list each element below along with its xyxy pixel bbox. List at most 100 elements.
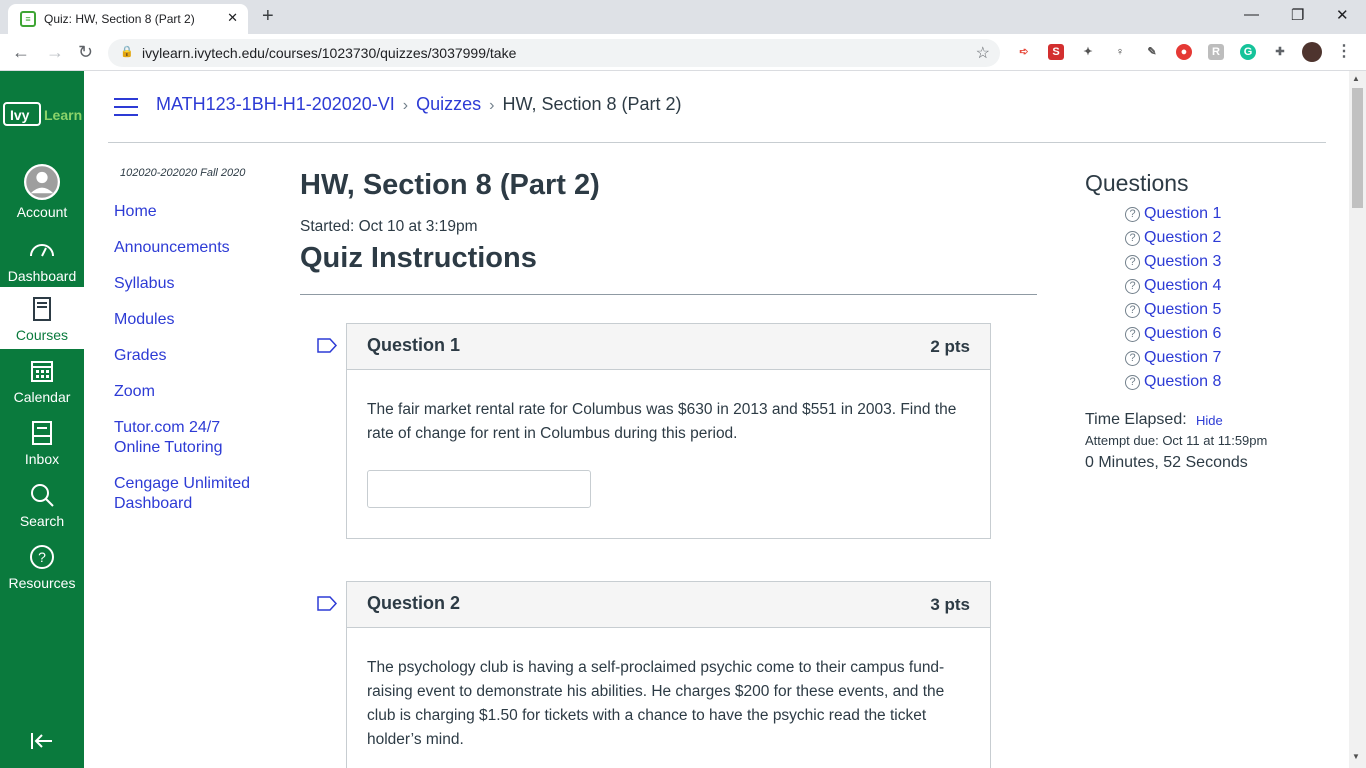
global-nav-courses[interactable]: Courses (0, 287, 84, 349)
flag-question-icon[interactable] (317, 596, 337, 611)
course-nav-tutoring[interactable]: Tutor.com 24/7 Online Tutoring (114, 418, 254, 458)
question-card: Question 2 3 pts The psychology club is … (346, 581, 991, 768)
extension-s-icon[interactable]: S (1048, 44, 1064, 60)
global-nav-label: Search (19, 513, 65, 529)
question-link-8[interactable]: ? Question 8 (1125, 373, 1221, 391)
question-text: The psychology club is having a self-pro… (367, 659, 945, 748)
question-link-7[interactable]: ? Question 7 (1125, 349, 1221, 367)
global-nav-label: Inbox (24, 451, 60, 467)
question-link-5[interactable]: ? Question 5 (1125, 301, 1221, 319)
global-nav-label: Dashboard (7, 268, 77, 284)
unanswered-question-icon: ? (1125, 207, 1140, 222)
global-nav-label: Courses (15, 327, 69, 343)
collapse-nav-icon[interactable] (28, 727, 56, 755)
bookmark-star-icon[interactable]: ☆ (976, 43, 990, 63)
question-header: Question 2 3 pts (347, 582, 990, 628)
extension-bulb-icon[interactable]: ♀ (1112, 44, 1128, 60)
question-link-label: Question 7 (1144, 349, 1222, 366)
time-elapsed-label: Time Elapsed: (1085, 411, 1187, 428)
question-link-label: Question 3 (1144, 253, 1222, 270)
question-card: Question 1 2 pts The fair market rental … (346, 323, 991, 539)
global-nav-search[interactable]: Search (0, 481, 84, 543)
courses-icon (33, 297, 51, 321)
extension-r-icon[interactable]: R (1208, 44, 1224, 60)
breadcrumb-quizzes-link[interactable]: Quizzes (416, 94, 481, 114)
unanswered-question-icon: ? (1125, 255, 1140, 270)
browser-tab-strip: ≡ Quiz: HW, Section 8 (Part 2) ✕ + — ❐ ✕ (0, 0, 1366, 34)
reload-icon[interactable]: ↻ (78, 42, 93, 63)
browser-tab[interactable]: ≡ Quiz: HW, Section 8 (Part 2) ✕ (8, 4, 248, 34)
browser-toolbar: ← → ↻ 🔒 ivylearn.ivytech.edu/courses/102… (0, 34, 1366, 71)
question-text: The fair market rental rate for Columbus… (367, 401, 957, 442)
lock-icon[interactable]: 🔒 (120, 45, 134, 58)
course-nav-announcements[interactable]: Announcements (114, 238, 230, 258)
global-nav-resources[interactable]: ? Resources (0, 543, 84, 605)
question-link-label: Question 6 (1144, 325, 1222, 342)
question-header: Question 1 2 pts (347, 324, 990, 370)
forward-icon[interactable]: → (46, 42, 64, 63)
extension-pen-icon[interactable]: ✎ (1144, 44, 1160, 60)
account-avatar-icon (24, 164, 60, 200)
global-nav-account[interactable]: Account (0, 164, 84, 226)
questions-sidebar-title: Questions (1085, 170, 1189, 196)
course-nav-home[interactable]: Home (114, 202, 157, 222)
question-points: 3 pts (930, 595, 970, 614)
help-icon: ? (30, 545, 54, 569)
inbox-icon (32, 421, 52, 445)
window-close-icon[interactable]: ✕ (1336, 6, 1349, 24)
question-link-label: Question 1 (1144, 205, 1222, 222)
hide-timer-link[interactable]: Hide (1196, 413, 1223, 428)
tab-title: Quiz: HW, Section 8 (Part 2) (44, 12, 195, 26)
breadcrumb-course-link[interactable]: MATH123-1BH-H1-202020-VI (156, 94, 395, 114)
extension-stop-icon[interactable]: ● (1176, 44, 1192, 60)
extension-grammarly-icon[interactable]: G (1240, 44, 1256, 60)
address-bar[interactable]: 🔒 ivylearn.ivytech.edu/courses/1023730/q… (108, 39, 1000, 67)
question-link-label: Question 8 (1144, 373, 1222, 390)
question-link-1[interactable]: ? Question 1 (1125, 205, 1221, 223)
question-link-label: Question 4 (1144, 277, 1222, 294)
course-nav-grades[interactable]: Grades (114, 346, 166, 366)
minimize-icon[interactable]: — (1244, 6, 1259, 23)
breadcrumb: MATH123-1BH-H1-202020-VI › Quizzes › HW, Sec… (156, 94, 682, 115)
restore-icon[interactable]: ❐ (1291, 6, 1304, 24)
global-nav-calendar[interactable]: Calendar (0, 357, 84, 419)
back-icon[interactable]: ← (12, 42, 30, 63)
question-name: Question 1 (367, 335, 461, 355)
extension-arrow-icon[interactable]: ➪ (1016, 44, 1032, 60)
question-link-3[interactable]: ? Question 3 (1125, 253, 1221, 271)
course-nav-cengage[interactable]: Cengage Unlimited Dashboard (114, 474, 254, 514)
url-text: ivylearn.ivytech.edu/courses/1023730/qui… (142, 45, 517, 61)
global-nav-label: Resources (8, 575, 76, 591)
global-navigation: Ivy Learn Account Dashboard Courses Cale… (0, 71, 84, 768)
profile-avatar-icon[interactable] (1302, 42, 1322, 62)
answer-input[interactable] (367, 470, 591, 508)
unanswered-question-icon: ? (1125, 231, 1140, 246)
close-tab-icon[interactable]: ✕ (227, 10, 238, 26)
course-nav-modules[interactable]: Modules (114, 310, 174, 330)
unanswered-question-icon: ? (1125, 327, 1140, 342)
scroll-up-icon[interactable]: ▲ (1352, 74, 1360, 83)
browser-menu-icon[interactable]: ⋮ (1336, 44, 1352, 60)
header-divider (108, 142, 1326, 143)
new-tab-icon[interactable]: + (262, 5, 274, 28)
instructions-divider (300, 294, 1037, 295)
unanswered-question-icon: ? (1125, 279, 1140, 294)
course-menu-toggle-icon[interactable] (114, 98, 138, 118)
breadcrumb-current: HW, Section 8 (Part 2) (502, 94, 682, 114)
global-nav-inbox[interactable]: Inbox (0, 419, 84, 481)
logo-learn-text: Learn (44, 107, 82, 123)
quiz-favicon-icon: ≡ (20, 11, 36, 27)
scrollbar-thumb[interactable] (1352, 88, 1363, 208)
course-nav-syllabus[interactable]: Syllabus (114, 274, 174, 294)
extensions-puzzle-icon[interactable]: ✚ (1272, 44, 1288, 60)
calendar-icon (31, 361, 53, 382)
extension-tool-icon[interactable]: ✦ (1080, 44, 1096, 60)
question-link-2[interactable]: ? Question 2 (1125, 229, 1221, 247)
flag-question-icon[interactable] (317, 338, 337, 353)
attempt-due: Attempt due: Oct 11 at 11:59pm (1085, 433, 1268, 448)
question-link-6[interactable]: ? Question 6 (1125, 325, 1221, 343)
ivy-learn-logo[interactable]: Ivy Learn (2, 97, 82, 127)
course-nav-zoom[interactable]: Zoom (114, 382, 155, 402)
question-link-4[interactable]: ? Question 4 (1125, 277, 1221, 295)
scroll-down-icon[interactable]: ▼ (1352, 752, 1360, 761)
